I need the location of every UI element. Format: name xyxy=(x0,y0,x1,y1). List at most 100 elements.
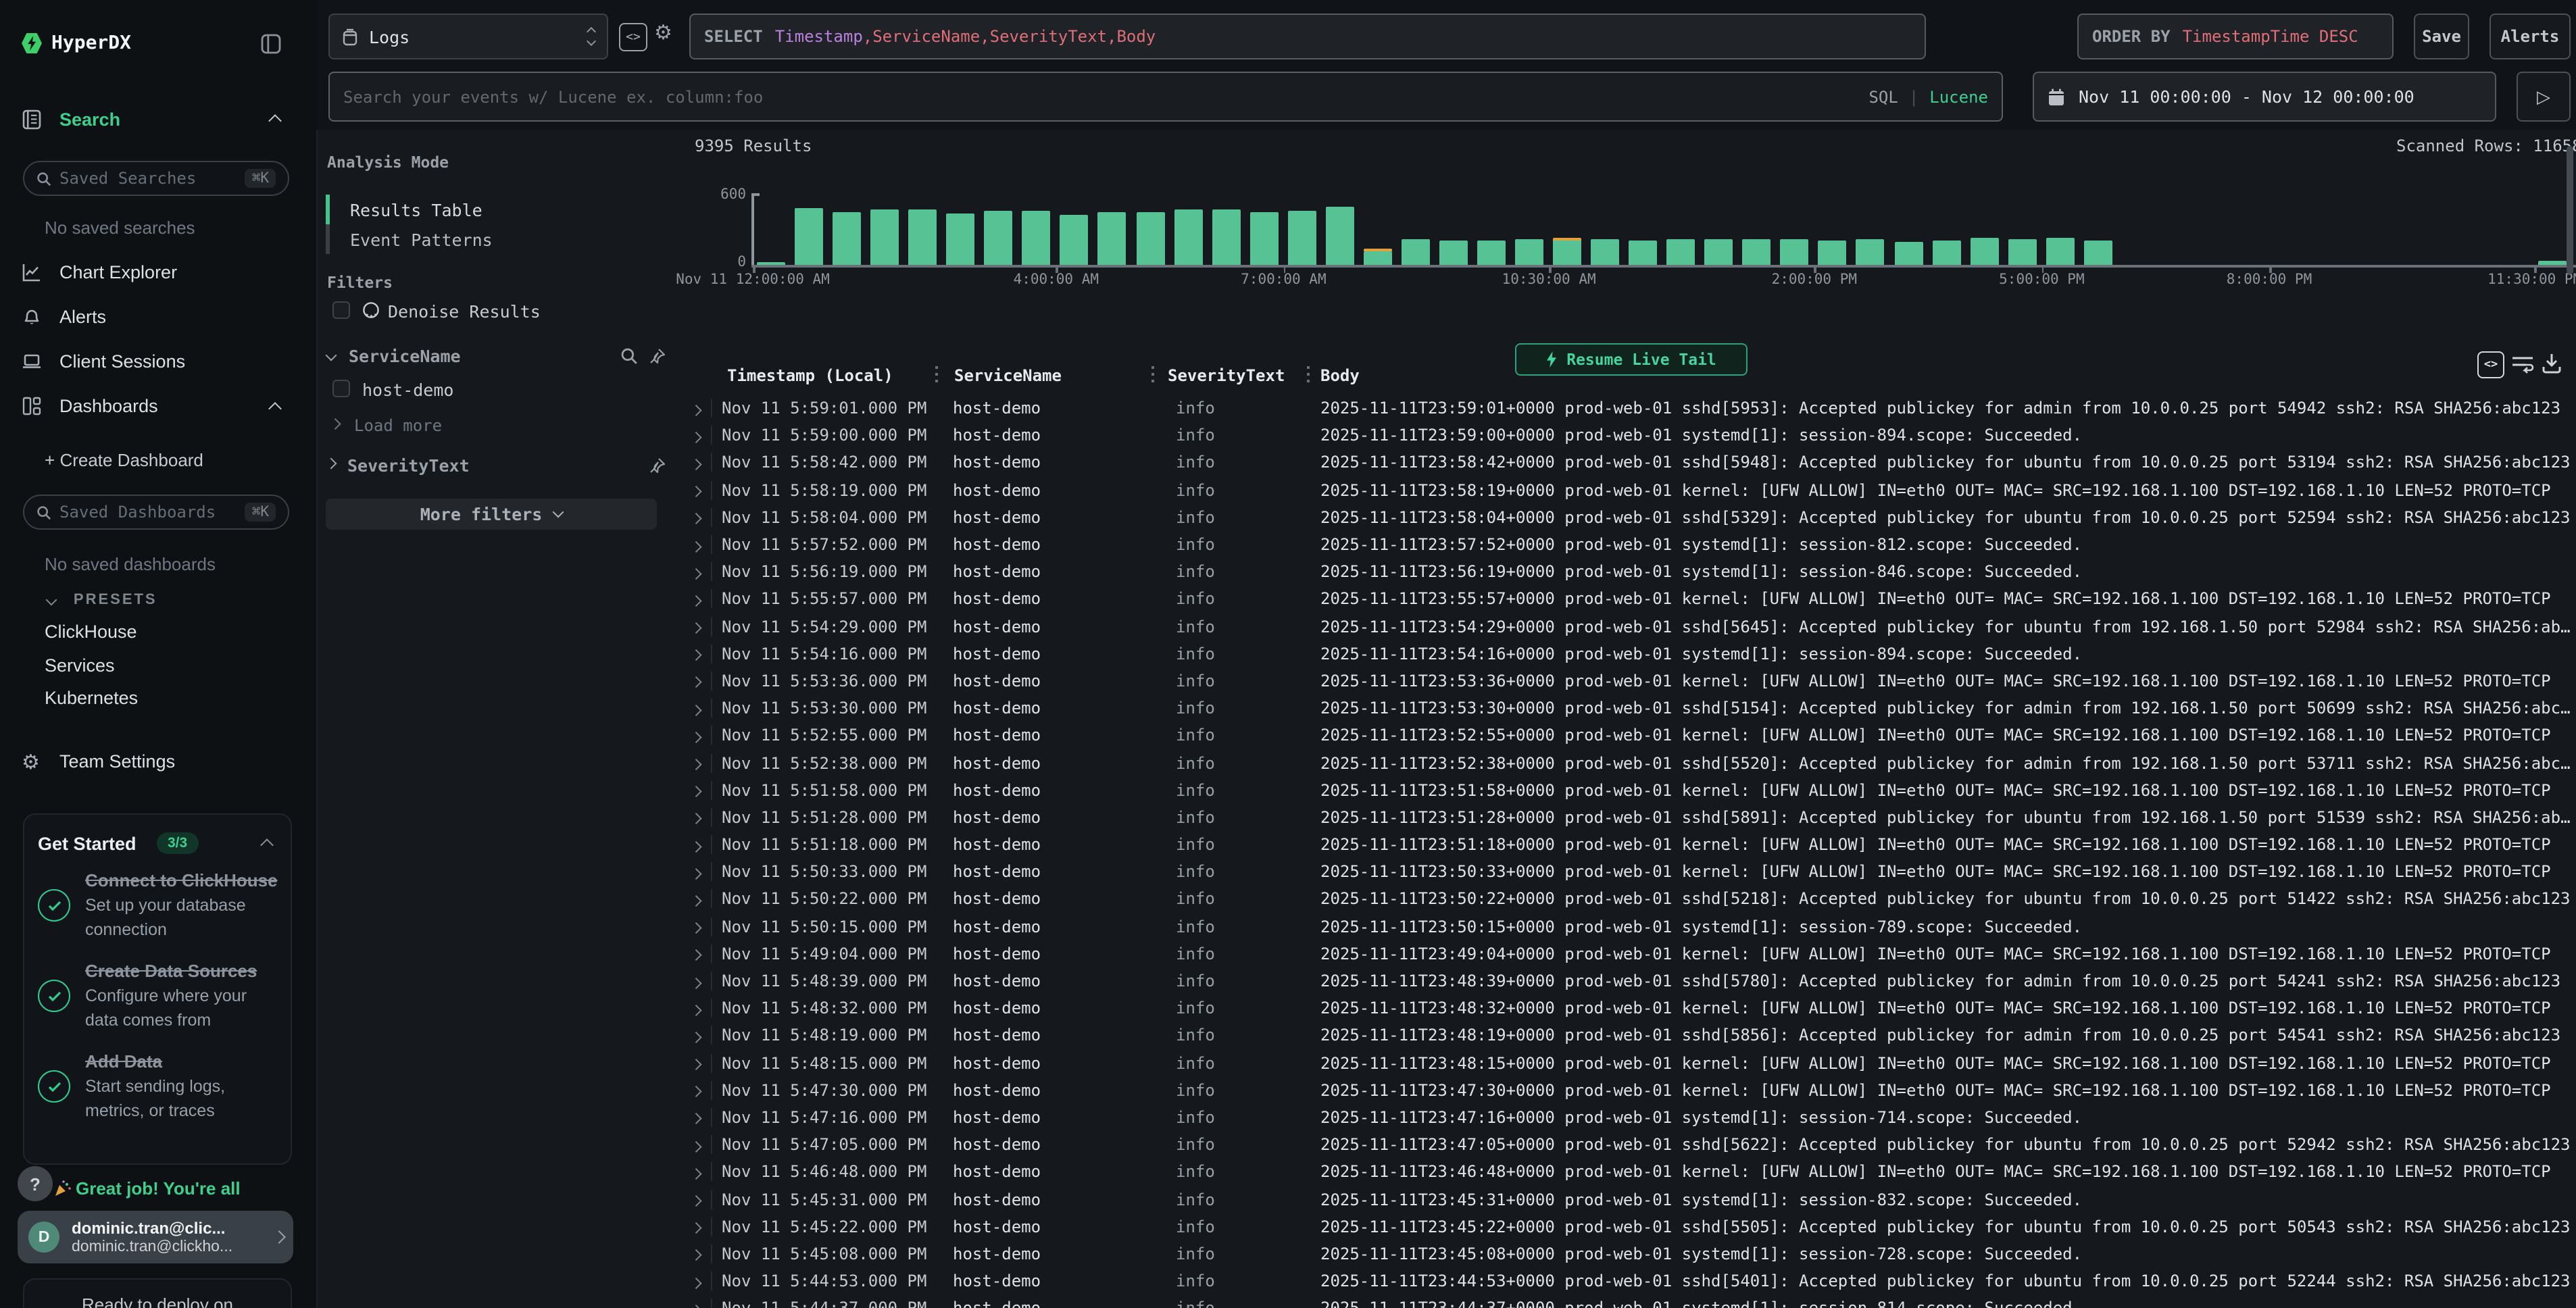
pin-icon[interactable] xyxy=(649,457,666,474)
table-row[interactable]: Nov 11 5:59:01.000 PMhost-demoinfo2025-1… xyxy=(672,395,2576,422)
histogram-bar[interactable] xyxy=(1098,211,1126,265)
table-row[interactable]: Nov 11 5:56:19.000 PMhost-demoinfo2025-1… xyxy=(672,558,2576,585)
histogram-bar[interactable] xyxy=(1894,241,1923,265)
table-row[interactable]: Nov 11 5:58:04.000 PMhost-demoinfo2025-1… xyxy=(672,504,2576,531)
dashboards-collapse-icon[interactable] xyxy=(268,402,282,416)
table-row[interactable]: Nov 11 5:52:55.000 PMhost-demoinfo2025-1… xyxy=(672,722,2576,749)
histogram-bar[interactable] xyxy=(870,210,899,265)
histogram-bar[interactable] xyxy=(1212,209,1240,265)
histogram-bar[interactable] xyxy=(1515,239,1543,265)
help-button[interactable]: ? xyxy=(18,1166,53,1201)
histogram-bar[interactable] xyxy=(1666,239,1695,265)
histogram-bar[interactable] xyxy=(1856,239,1885,265)
col-header-servicename[interactable]: ServiceName xyxy=(943,366,1166,385)
table-row[interactable]: Nov 11 5:53:30.000 PMhost-demoinfo2025-1… xyxy=(672,695,2576,722)
table-row[interactable]: Nov 11 5:51:18.000 PMhost-demoinfo2025-1… xyxy=(672,831,2576,858)
histogram-bar[interactable] xyxy=(1743,239,1771,265)
histogram-bar[interactable] xyxy=(1477,241,1506,265)
sidebar-item-search[interactable]: Search xyxy=(59,109,120,130)
table-row[interactable]: Nov 11 5:51:58.000 PMhost-demoinfo2025-1… xyxy=(672,776,2576,803)
table-row[interactable]: Nov 11 5:47:30.000 PMhost-demoinfo2025-1… xyxy=(672,1076,2576,1103)
sidebar-item-client-sessions[interactable]: Client Sessions xyxy=(59,351,185,372)
col-header-severitytext[interactable]: SeverityText xyxy=(1166,366,1311,385)
date-range-picker[interactable]: Nov 11 00:00:00 - Nov 12 00:00:00 xyxy=(2033,72,2496,122)
histogram-bar[interactable] xyxy=(947,213,975,265)
histogram-bar[interactable] xyxy=(1060,214,1089,265)
expand-row-icon[interactable] xyxy=(672,453,711,472)
expand-row-icon[interactable] xyxy=(672,699,711,718)
histogram-bar[interactable] xyxy=(1629,240,1657,265)
histogram-bar[interactable] xyxy=(1705,239,1733,265)
expand-row-icon[interactable] xyxy=(672,999,711,1017)
get-started-step[interactable]: Create Data SourcesConfigure where your … xyxy=(38,959,278,1032)
histogram-bar-warn[interactable] xyxy=(1553,238,1581,240)
histogram-bar[interactable] xyxy=(1022,211,1051,265)
expand-row-icon[interactable] xyxy=(672,1053,711,1072)
service-host-demo-checkbox[interactable] xyxy=(332,380,350,397)
table-row[interactable]: Nov 11 5:53:36.000 PMhost-demoinfo2025-1… xyxy=(672,668,2576,695)
pin-icon[interactable] xyxy=(649,347,666,365)
histogram-bar[interactable] xyxy=(1249,212,1278,265)
expand-row-icon[interactable] xyxy=(672,1272,711,1290)
histogram-bar[interactable] xyxy=(985,211,1013,265)
select-columns-input[interactable]: SELECT Timestamp,ServiceName,SeverityTex… xyxy=(689,14,1926,59)
mode-event-patterns[interactable]: Event Patterns xyxy=(350,230,493,250)
sidebar-preset-services[interactable]: Services xyxy=(45,649,274,682)
mode-results-table[interactable]: Results Table xyxy=(350,200,482,220)
histogram-bar[interactable] xyxy=(1287,211,1316,265)
user-menu[interactable]: D dominic.tran@clic... dominic.tran@clic… xyxy=(18,1211,293,1263)
histogram-bar[interactable] xyxy=(2046,238,2074,265)
histogram-bar[interactable] xyxy=(1553,239,1581,265)
get-started-step[interactable]: Add DataStart sending logs, metrics, or … xyxy=(38,1050,278,1123)
expand-row-icon[interactable] xyxy=(672,1026,711,1045)
table-row[interactable]: Nov 11 5:50:15.000 PMhost-demoinfo2025-1… xyxy=(672,913,2576,940)
expand-row-icon[interactable] xyxy=(672,1299,711,1308)
histogram-bar[interactable] xyxy=(1402,238,1430,265)
column-resize-handle[interactable] xyxy=(1307,366,1310,384)
column-resize-handle[interactable] xyxy=(1151,366,1154,384)
expand-row-icon[interactable] xyxy=(672,835,711,854)
table-row[interactable]: Nov 11 5:44:37.000 PMhost-demoinfo2025-1… xyxy=(672,1294,2576,1308)
table-row[interactable]: Nov 11 5:44:53.000 PMhost-demoinfo2025-1… xyxy=(672,1267,2576,1294)
expand-row-icon[interactable] xyxy=(672,1108,711,1127)
sidebar-item-dashboards[interactable]: Dashboards xyxy=(59,396,158,416)
table-row[interactable]: Nov 11 5:48:32.000 PMhost-demoinfo2025-1… xyxy=(672,995,2576,1022)
saved-dashboards-input[interactable]: Saved Dashboards ⌘K xyxy=(23,495,289,530)
expand-row-icon[interactable] xyxy=(672,645,711,663)
expand-row-icon[interactable] xyxy=(672,399,711,418)
histogram-bar[interactable] xyxy=(1932,240,1960,265)
expand-row-icon[interactable] xyxy=(672,1244,711,1263)
service-name-label[interactable]: ServiceName xyxy=(349,346,461,366)
histogram-bar[interactable] xyxy=(1591,238,1619,265)
source-settings-gear-icon[interactable]: ⚙ xyxy=(654,20,672,45)
expand-row-icon[interactable] xyxy=(672,480,711,499)
table-row[interactable]: Nov 11 5:57:52.000 PMhost-demoinfo2025-1… xyxy=(672,531,2576,558)
run-query-button[interactable]: ▷ xyxy=(2517,72,2571,122)
order-by-input[interactable]: ORDER BY TimestampTime DESC xyxy=(2077,14,2394,59)
sidebar-item-team-settings[interactable]: Team Settings xyxy=(59,751,175,772)
col-header-body[interactable]: Body xyxy=(1311,366,2576,385)
table-row[interactable]: Nov 11 5:45:22.000 PMhost-demoinfo2025-1… xyxy=(672,1213,2576,1240)
histogram-bar[interactable] xyxy=(2008,239,2036,265)
histogram-bar[interactable] xyxy=(1326,207,1354,265)
get-started-step[interactable]: Connect to ClickHouseSet up your databas… xyxy=(38,869,278,942)
expand-row-icon[interactable] xyxy=(672,590,711,609)
histogram-bar[interactable] xyxy=(1364,251,1392,265)
table-row[interactable]: Nov 11 5:50:33.000 PMhost-demoinfo2025-1… xyxy=(672,858,2576,885)
table-row[interactable]: Nov 11 5:45:31.000 PMhost-demoinfo2025-1… xyxy=(672,1186,2576,1213)
table-row[interactable]: Nov 11 5:54:29.000 PMhost-demoinfo2025-1… xyxy=(672,613,2576,640)
expand-row-icon[interactable] xyxy=(672,780,711,799)
table-row[interactable]: Nov 11 5:45:08.000 PMhost-demoinfo2025-1… xyxy=(672,1240,2576,1267)
table-row[interactable]: Nov 11 5:58:19.000 PMhost-demoinfo2025-1… xyxy=(672,476,2576,503)
table-row[interactable]: Nov 11 5:48:39.000 PMhost-demoinfo2025-1… xyxy=(672,967,2576,995)
scrollbar-thumb[interactable] xyxy=(2567,146,2573,274)
histogram-bar[interactable] xyxy=(795,208,823,265)
table-row[interactable]: Nov 11 5:51:28.000 PMhost-demoinfo2025-1… xyxy=(672,804,2576,831)
expand-row-icon[interactable] xyxy=(672,726,711,745)
more-filters-button[interactable]: More filters xyxy=(326,499,657,530)
histogram-bar[interactable] xyxy=(1818,240,1847,265)
expand-row-icon[interactable] xyxy=(672,672,711,690)
histogram-bar[interactable] xyxy=(1174,210,1202,265)
expand-row-icon[interactable] xyxy=(672,508,711,527)
expand-row-icon[interactable] xyxy=(672,426,711,445)
